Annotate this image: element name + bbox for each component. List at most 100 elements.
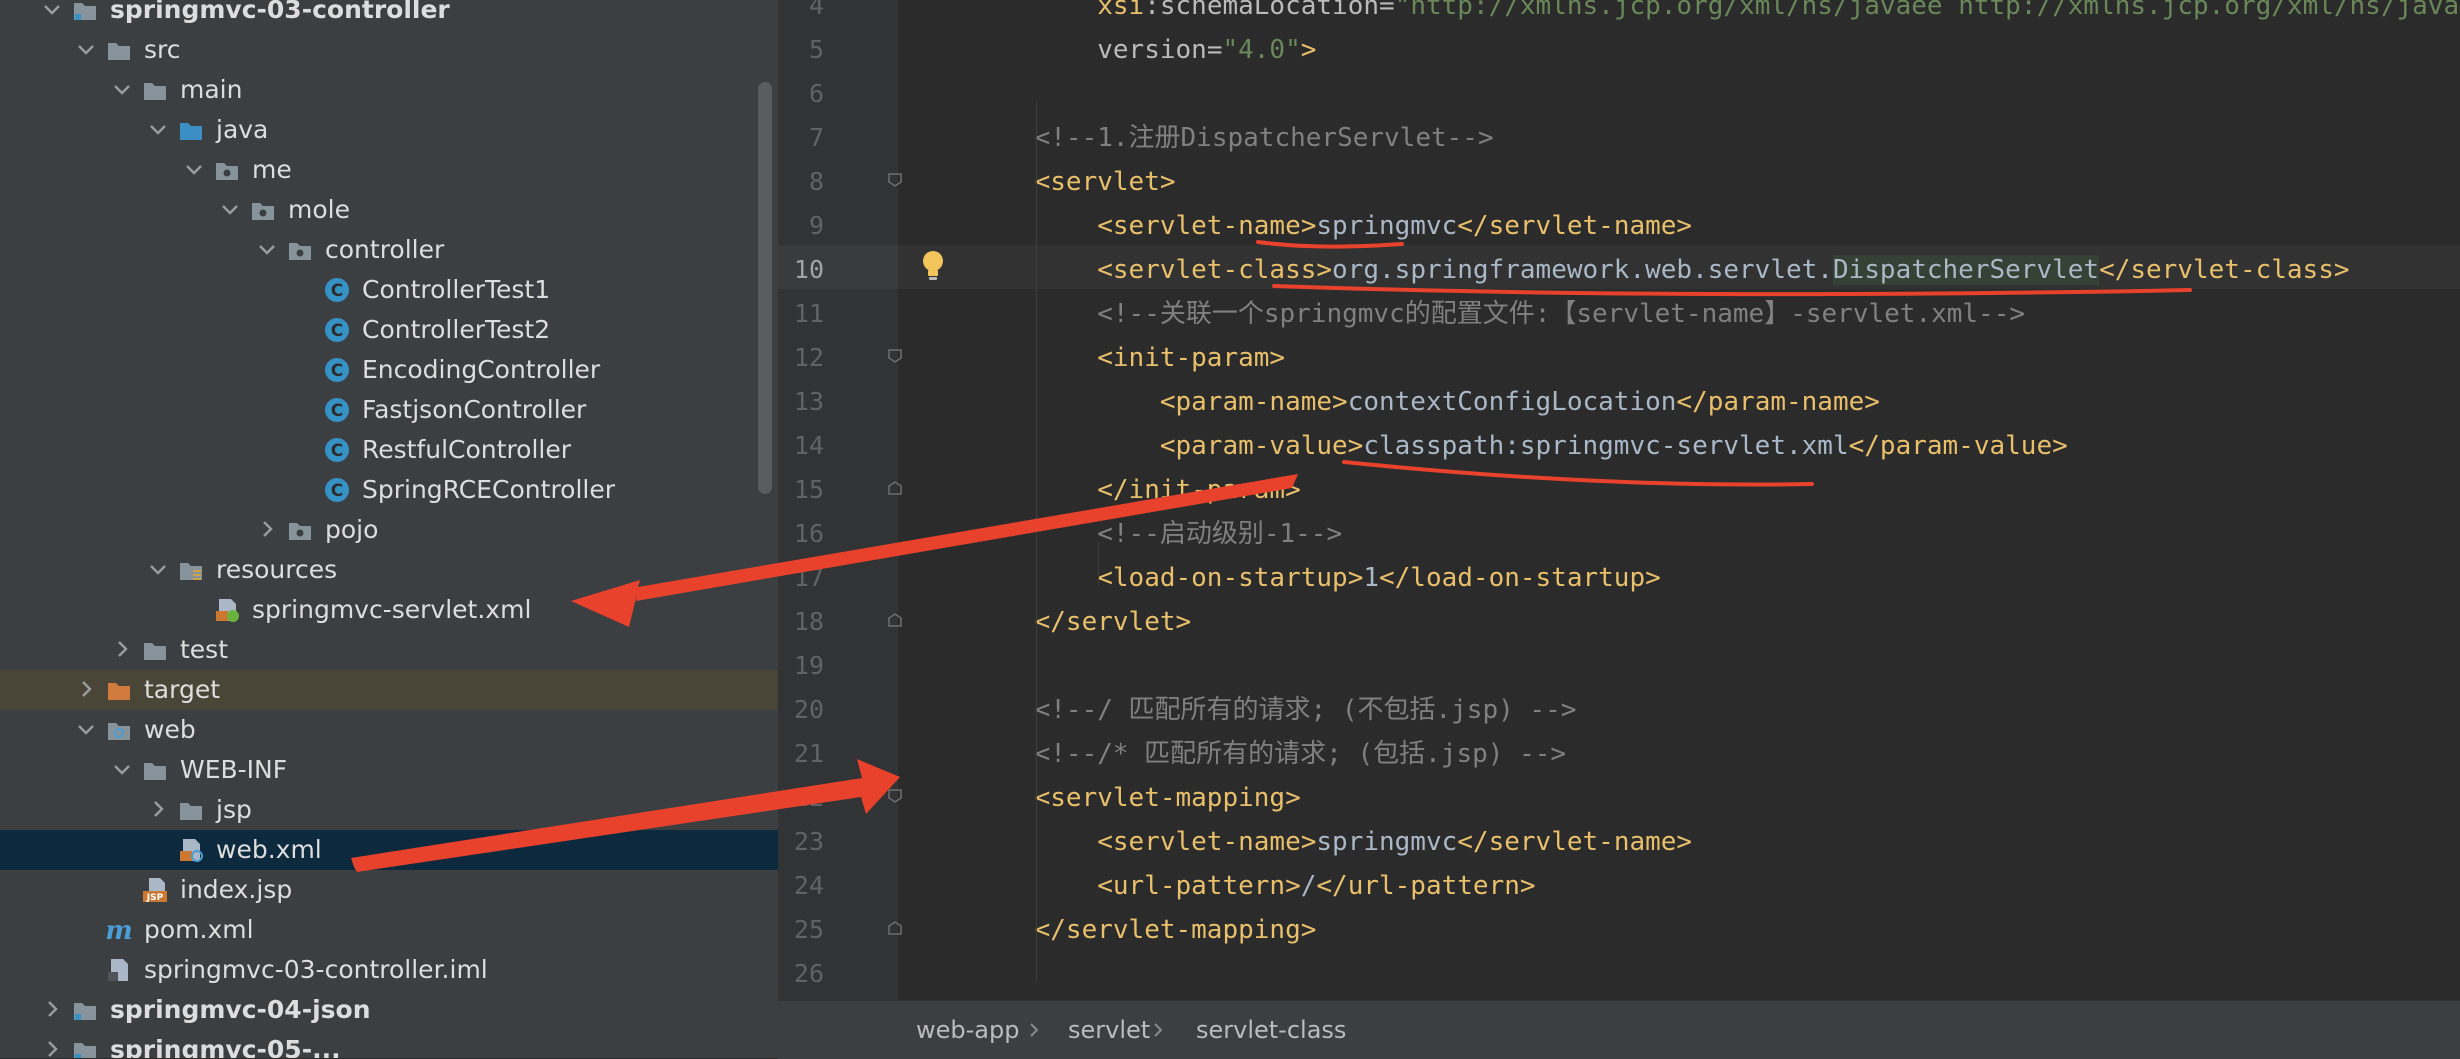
code-line-23[interactable]: <servlet-name>springmvc</servlet-name> (972, 820, 1692, 864)
line-number: 9 (808, 211, 824, 240)
tree-item-springmvc-03-controller[interactable]: springmvc-03-controller (0, 0, 778, 30)
fold-start-icon[interactable] (887, 172, 903, 188)
chevron-down-icon[interactable] (146, 117, 170, 141)
package-icon (289, 243, 311, 260)
chevron-down-icon[interactable] (182, 157, 206, 181)
breadcrumb-item-servlet[interactable]: servlet (1068, 1001, 1150, 1059)
code-line-21[interactable]: <!--/* 匹配所有的请求; (包括.jsp) --> (972, 732, 1566, 776)
tree-item-springmvc-03-controller-iml[interactable]: springmvc-03-controller.iml (0, 950, 778, 990)
tree-item-test[interactable]: test (0, 630, 778, 670)
tree-item-restfulcontroller[interactable]: C RestfulController (0, 430, 778, 470)
web-folder-icon (108, 723, 130, 740)
chevron-right-icon[interactable] (74, 677, 98, 701)
tree-item-web-inf[interactable]: WEB-INF (0, 750, 778, 790)
code-line-15[interactable]: </init-param> (972, 468, 1301, 512)
code-line-24[interactable]: <url-pattern>/</url-pattern> (972, 864, 1535, 908)
code-line-8[interactable]: <servlet> (972, 160, 1176, 204)
code-line-22[interactable]: <servlet-mapping> (972, 776, 1301, 820)
code-line-17[interactable]: <load-on-startup>1</load-on-startup> (972, 556, 1661, 600)
tree-item-label: main (180, 75, 243, 104)
tree-item-springrcecontroller[interactable]: C SpringRCEController (0, 470, 778, 510)
tree-item-jsp[interactable]: jsp (0, 790, 778, 830)
chevron-down-icon[interactable] (110, 757, 134, 781)
tree-item-springmvc-04-json[interactable]: springmvc-04-json (0, 990, 778, 1030)
chevron-right-icon[interactable] (110, 637, 134, 661)
line-number: 15 (793, 475, 824, 504)
tree-item-mole[interactable]: mole (0, 190, 778, 230)
tree-item-me[interactable]: me (0, 150, 778, 190)
chevron-down-icon[interactable] (218, 197, 242, 221)
tree-item-web-xml[interactable]: web.xml (0, 830, 778, 870)
fold-end-icon[interactable] (887, 480, 903, 496)
line-number: 6 (808, 79, 824, 108)
tree-item-java[interactable]: java (0, 110, 778, 150)
code-line-16[interactable]: <!--启动级别-1--> (972, 512, 1342, 556)
lightbulb-icon[interactable] (920, 248, 946, 284)
tree-item-label: SpringRCEController (362, 475, 616, 504)
iml-file-icon (108, 959, 128, 981)
chevron-down-icon[interactable] (74, 717, 98, 741)
tree-item-pojo[interactable]: pojo (0, 510, 778, 550)
package-icon (289, 523, 311, 540)
code-line-25[interactable]: </servlet-mapping> (972, 908, 1317, 952)
tree-item-src[interactable]: src (0, 30, 778, 70)
breadcrumb-item-web-app[interactable]: web-app (916, 1001, 1019, 1059)
code-line-4[interactable]: xsi:schemaLocation="http://xmlns.jcp.org… (972, 0, 2460, 28)
fold-start-icon[interactable] (887, 788, 903, 804)
fold-end-icon[interactable] (887, 612, 903, 628)
chevron-down-icon[interactable] (74, 37, 98, 61)
package-icon (216, 163, 238, 180)
tree-item-label: src (144, 35, 181, 64)
tree-item-controller[interactable]: controller (0, 230, 778, 270)
chevron-right-icon[interactable] (40, 1037, 64, 1058)
chevron-right-icon[interactable] (40, 997, 64, 1021)
tree-item-target[interactable]: target (0, 670, 778, 710)
svg-text:C: C (331, 281, 343, 301)
code-line-14[interactable]: <param-value>classpath:springmvc-servlet… (972, 424, 2068, 468)
tree-item-springmvc-05[interactable]: springmvc-05-... (0, 1030, 778, 1058)
jsp-file-icon: JSP (143, 878, 167, 903)
tree-item-controllertest1[interactable]: C ControllerTest1 (0, 270, 778, 310)
line-number: 25 (793, 915, 824, 944)
tree-item-resources[interactable]: resources (0, 550, 778, 590)
project-tree-scrollbar[interactable] (758, 82, 772, 494)
web-xml-file-icon (180, 839, 203, 862)
tree-item-label: WEB-INF (180, 755, 288, 784)
fold-start-icon[interactable] (887, 348, 903, 364)
svg-text:C: C (331, 481, 343, 501)
code-line-10[interactable]: <servlet-class>org.springframework.web.s… (972, 248, 2350, 292)
code-line-7[interactable]: <!--1.注册DispatcherServlet--> (972, 116, 1494, 160)
source-root-folder-icon (180, 123, 202, 140)
code-line-13[interactable]: <param-name>contextConfigLocation</param… (972, 380, 1880, 424)
folder-icon (180, 803, 202, 820)
svg-text:C: C (331, 361, 343, 381)
chevron-right-icon[interactable] (255, 517, 279, 541)
tree-item-encodingcontroller[interactable]: C EncodingController (0, 350, 778, 390)
tree-item-controllertest2[interactable]: C ControllerTest2 (0, 310, 778, 350)
chevron-down-icon[interactable] (40, 0, 64, 21)
project-tree-panel[interactable]: springmvc-03-controller src main java me mole… (0, 0, 778, 1058)
tree-item-springmvc-servlet-xml[interactable]: springmvc-servlet.xml (0, 590, 778, 630)
tree-item-fastjsoncontroller[interactable]: C FastjsonController (0, 390, 778, 430)
chevron-down-icon[interactable] (146, 557, 170, 581)
tree-item-label: web.xml (216, 835, 322, 864)
tree-item-label: mole (288, 195, 350, 224)
code-line-5[interactable]: version="4.0"> (972, 28, 1316, 72)
tree-item-main[interactable]: main (0, 70, 778, 110)
tree-item-pom-xml[interactable]: m pom.xml (0, 910, 778, 950)
code-line-11[interactable]: <!--关联一个springmvc的配置文件:【servlet-name】-se… (972, 292, 2025, 336)
breadcrumb-item-servlet-class[interactable]: servlet-class (1196, 1001, 1346, 1059)
folder-icon (144, 643, 166, 660)
tree-item-index-jsp[interactable]: JSP index.jsp (0, 870, 778, 910)
tree-item-label: controller (325, 235, 445, 264)
code-line-20[interactable]: <!--/ 匹配所有的请求; (不包括.jsp) --> (972, 688, 1577, 732)
chevron-down-icon[interactable] (255, 237, 279, 261)
tree-item-web[interactable]: web (0, 710, 778, 750)
chevron-down-icon[interactable] (110, 77, 134, 101)
code-line-12[interactable]: <init-param> (972, 336, 1285, 380)
code-editor[interactable]: 4 xsi:schemaLocation="http://xmlns.jcp.o… (778, 0, 2460, 1000)
chevron-right-icon[interactable] (146, 797, 170, 821)
fold-end-icon[interactable] (887, 920, 903, 936)
code-line-9[interactable]: <servlet-name>springmvc</servlet-name> (972, 204, 1692, 248)
code-line-18[interactable]: </servlet> (972, 600, 1192, 644)
